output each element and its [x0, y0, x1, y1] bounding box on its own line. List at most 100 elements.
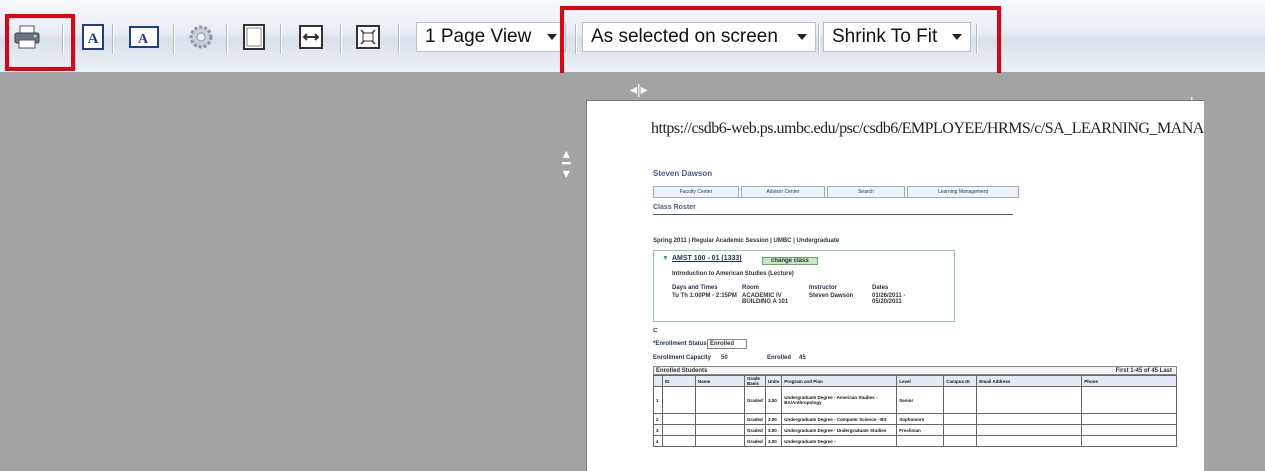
table-row: 2 Graded 3.00 Undergraduate Degree - Comput… — [653, 413, 1177, 425]
class-link: AMST 100 - 01 (1333) — [672, 255, 742, 262]
table-cell: 3 — [653, 424, 663, 436]
fit-width-icon — [299, 25, 323, 49]
meeting-header: Dates — [872, 285, 889, 291]
page-url: https://csdb6-web.ps.umbc.edu/psc/csdb6/… — [651, 120, 1204, 137]
table-cell: Graded — [744, 424, 766, 436]
table-title: Enrolled Students — [656, 368, 708, 374]
toolbar-separator — [340, 24, 342, 54]
table-cell — [943, 386, 978, 414]
toolbar-separator — [112, 24, 114, 54]
table-cell — [976, 435, 1083, 447]
change-class-button: change class — [762, 257, 818, 265]
table-cell: 2 — [653, 413, 663, 425]
table-cell — [976, 413, 1083, 425]
table-cell: 3.00 — [764, 413, 783, 425]
table-header-cell: Campus ID — [943, 375, 978, 387]
table-cell — [1081, 424, 1177, 436]
table-cell — [695, 424, 745, 436]
fit-width-button[interactable] — [296, 22, 326, 52]
enrollment-status-value: Enrolled — [707, 339, 748, 349]
meeting-header: Days and Times — [672, 285, 718, 291]
settings-icon — [189, 25, 213, 49]
table-header-cell: ID — [662, 375, 696, 387]
class-title: Introduction to American Studies (Lectur… — [672, 271, 794, 277]
table-cell: Undergraduate Degree - American Studies … — [781, 386, 898, 414]
meeting-value: Tu Th 1:00PM - 2:15PM — [672, 293, 737, 299]
table-header-cell: Email Address — [976, 375, 1083, 387]
highlight-print-options — [560, 6, 1001, 83]
table-cell — [943, 435, 978, 447]
table-cell — [662, 386, 696, 414]
table-cell — [1081, 413, 1177, 425]
preview-page: https://csdb6-web.ps.umbc.edu/psc/csdb6/… — [586, 100, 1204, 471]
table-cell — [1081, 435, 1177, 447]
meeting-value: ACADEMIC IV BUILDING A 101 — [742, 293, 789, 305]
table-cell — [695, 413, 745, 425]
subheading-rule — [653, 214, 1013, 215]
table-cell: 3.00 — [764, 424, 783, 436]
landscape-button[interactable]: A — [126, 22, 162, 52]
table-header-row: ID Name Grade Basis Units Program and Pl… — [653, 375, 1177, 387]
top-margin-handle[interactable]: ▴ ━ ▾ — [562, 146, 570, 180]
page-setup-button[interactable] — [186, 22, 216, 52]
enrolled-value: 45 — [799, 355, 806, 361]
table-cell — [662, 424, 696, 436]
table-header-cell: Level — [896, 375, 945, 387]
table-row: 3 Graded 3.00 Undergraduate Degree - Underg… — [653, 424, 1177, 436]
table-cell: 1 — [653, 386, 663, 414]
full-page-icon — [243, 24, 265, 50]
portrait-button[interactable]: A — [78, 22, 108, 52]
meeting-header: Room — [742, 285, 759, 291]
table-cell: Graded — [744, 413, 766, 425]
table-header-cell: Phone — [1081, 375, 1177, 387]
table-cell: Sophomore — [896, 413, 945, 425]
toolbar-separator — [398, 24, 400, 54]
table-cell — [976, 386, 1083, 414]
fit-page-button[interactable] — [353, 22, 383, 52]
table-cell — [662, 435, 696, 447]
toolbar-separator — [280, 24, 282, 54]
table-cell: Undergraduate Degree - Computer Science … — [781, 413, 898, 425]
svg-text:A: A — [88, 31, 99, 47]
table-cell: Undergraduate Degree - — [781, 435, 898, 447]
table-row: 1 Graded 3.00 Undergraduate Degree - Americ… — [653, 386, 1177, 414]
meeting-header: Instructor — [809, 285, 838, 291]
toolbar-separator — [173, 24, 175, 54]
table-nav: First 1-45 of 45 Last — [1115, 368, 1172, 374]
table-cell: Graded — [744, 386, 766, 414]
enrollment-status-label: *Enrollment Status — [653, 341, 707, 347]
landscape-icon: A — [129, 26, 159, 48]
left-margin-handle[interactable]: ◂|▸ — [630, 82, 648, 96]
subheading: Class Roster — [653, 204, 696, 211]
term-line: Spring 2011 | Regular Academic Session |… — [653, 238, 840, 244]
capacity-value: 50 — [721, 355, 728, 361]
table-cell: Freshman — [896, 424, 945, 436]
toolbar-separator — [226, 24, 228, 54]
page-view-value: 1 Page View — [425, 26, 532, 47]
table-cell — [943, 413, 978, 425]
enrolled-students-table: ID Name Grade Basis Units Program and Pl… — [653, 375, 1177, 447]
table-cell: 3.00 — [764, 386, 783, 414]
table-cell: 4 — [653, 435, 663, 447]
table-cell: 3.00 — [764, 435, 783, 447]
page-view-dropdown[interactable]: 1 Page View — [416, 22, 566, 52]
table-cell — [695, 386, 745, 414]
capacity-label: Enrollment Capacity — [653, 355, 712, 361]
chevron-down-icon — [547, 34, 557, 40]
table-cell — [695, 435, 745, 447]
fit-page-icon — [356, 25, 380, 49]
portrait-icon: A — [82, 24, 104, 50]
table-cell: Graded — [744, 435, 766, 447]
table-header-cell: Grade Basis — [744, 375, 766, 387]
table-cell — [943, 424, 978, 436]
highlight-print-button — [5, 14, 75, 71]
meeting-value: 01/26/2011 - 05/20/2011 — [872, 293, 906, 305]
table-row: 4 Graded 3.00 Undergraduate Degree - — [653, 435, 1177, 447]
enrolled-label: Enrolled — [767, 355, 792, 361]
table-cell — [662, 413, 696, 425]
full-page-button[interactable] — [239, 22, 269, 52]
expand-icon: ▼ — [662, 255, 669, 262]
divider-icon: ⊏ — [653, 328, 659, 334]
svg-text:A: A — [138, 32, 149, 47]
table-cell: Senior — [896, 386, 945, 414]
